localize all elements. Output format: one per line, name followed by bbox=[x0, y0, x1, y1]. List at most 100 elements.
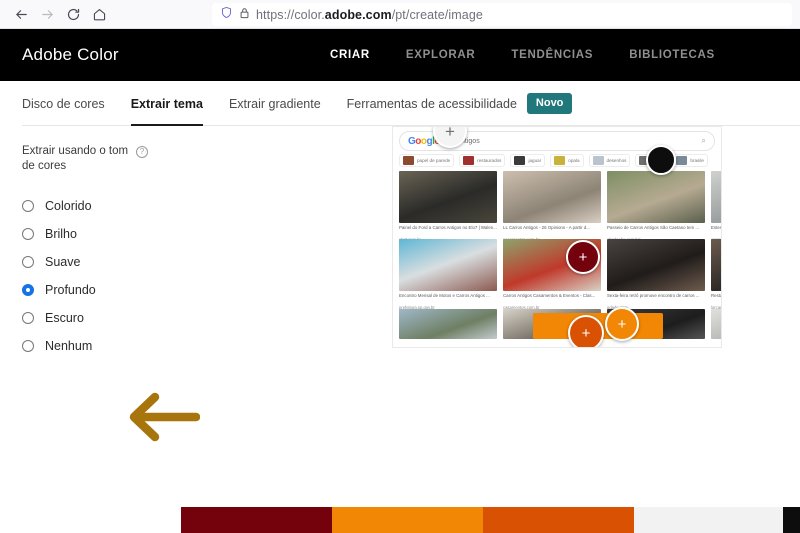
swatch-3[interactable] bbox=[634, 507, 783, 533]
result-thumbnail[interactable] bbox=[711, 239, 721, 291]
result-caption: Painel do Ford a Carros Antigos no Elo7 … bbox=[399, 225, 497, 230]
back-button[interactable] bbox=[8, 2, 34, 26]
image-result-card[interactable] bbox=[399, 309, 497, 339]
image-result-card[interactable]: Estes são os 10 car...carrosdeoutrora.co… bbox=[711, 171, 722, 242]
chip-thumbnail bbox=[463, 156, 475, 165]
radio-label-suave: Suave bbox=[45, 255, 81, 269]
tab-extrair-gradiente[interactable]: Extrair gradiente bbox=[229, 81, 321, 126]
lock-icon bbox=[239, 6, 250, 24]
forward-button[interactable] bbox=[34, 2, 60, 26]
tab-ferramentas-de-acessibilidade[interactable]: Ferramentas de acessibilidade bbox=[347, 81, 517, 126]
result-thumbnail[interactable] bbox=[503, 171, 601, 223]
result-caption: Restauração d... bbox=[711, 293, 722, 298]
chip-label: desenhos bbox=[606, 158, 627, 163]
radio-dot-escuro bbox=[22, 312, 34, 324]
swatch-4[interactable] bbox=[783, 507, 800, 533]
url-text: https://color.adobe.com/pt/create/image bbox=[256, 7, 483, 22]
url-bar[interactable]: https://color.adobe.com/pt/create/image bbox=[212, 3, 792, 26]
radio-option-profundo[interactable]: Profundo bbox=[22, 276, 182, 304]
nav-item-criar[interactable]: CRIAR bbox=[330, 49, 370, 61]
chip-thumbnail bbox=[592, 156, 604, 165]
filter-chip-0[interactable]: papel de parede bbox=[399, 154, 455, 167]
tab-extrair-tema[interactable]: Extrair tema bbox=[130, 81, 204, 126]
filter-chip-6[interactable]: brasile bbox=[672, 154, 708, 167]
help-circle-icon[interactable]: ? bbox=[136, 146, 148, 158]
picker-orange[interactable]: + bbox=[605, 307, 639, 341]
nav-item-explorar[interactable]: EXPLORAR bbox=[406, 49, 476, 61]
picker-orange-dark[interactable]: + bbox=[568, 315, 604, 347]
reload-button[interactable] bbox=[60, 2, 86, 26]
chip-thumbnail bbox=[554, 156, 566, 165]
search-icon: ⌕ bbox=[701, 136, 706, 145]
home-button[interactable] bbox=[86, 2, 112, 26]
main-content: Extrair usando o tom de cores ? Colorido… bbox=[0, 126, 800, 533]
radio-dot-colorido bbox=[22, 200, 34, 212]
brand-logo[interactable]: Adobe Color bbox=[22, 45, 119, 65]
radio-label-nenhum: Nenhum bbox=[45, 339, 93, 353]
image-result-card[interactable]: Painel do Ford a Carros Antigos no Elo7 … bbox=[399, 171, 497, 242]
result-thumbnail[interactable] bbox=[399, 239, 497, 291]
chip-label: papel de parede bbox=[417, 158, 451, 163]
image-results-row-2: Encontro Mensal de Motos e Carros Antigo… bbox=[399, 239, 721, 310]
image-result-card[interactable]: LL Carros Antigos - 26 Opinions - A part… bbox=[503, 171, 601, 242]
radio-dot-suave bbox=[22, 256, 34, 268]
chip-label: brasile bbox=[690, 158, 704, 163]
filter-chip-1[interactable]: restaurados bbox=[459, 154, 506, 167]
palette-swatches bbox=[181, 507, 800, 533]
chip-thumbnail bbox=[676, 156, 688, 165]
nav-item-bibliotecas[interactable]: BIBLIOTECAS bbox=[629, 49, 715, 61]
image-result-card[interactable]: Encontro Mensal de Motos e Carros Antigo… bbox=[399, 239, 497, 310]
chip-label: opala bbox=[568, 158, 580, 163]
radio-dot-profundo bbox=[22, 284, 34, 296]
result-thumbnail[interactable] bbox=[399, 171, 497, 223]
image-result-card[interactable]: Sexta-feira retrô promove encontro de ca… bbox=[607, 239, 705, 310]
filter-chip-2[interactable]: jaguar bbox=[510, 154, 546, 167]
image-result-card[interactable] bbox=[711, 309, 721, 339]
options-title: Extrair usando o tom de cores bbox=[22, 145, 129, 172]
radio-option-brilho[interactable]: Brilho bbox=[22, 220, 182, 248]
chip-label: jaguar bbox=[528, 158, 542, 163]
image-result-card[interactable]: Restauração d...lorcarrosclub.br bbox=[711, 239, 722, 310]
main-nav: CRIAR EXPLORAR TENDÊNCIAS BIBLIOTECAS bbox=[330, 49, 715, 61]
nav-item-tendencias[interactable]: TENDÊNCIAS bbox=[511, 49, 593, 61]
result-thumbnail[interactable] bbox=[711, 171, 721, 223]
swatch-1[interactable] bbox=[332, 507, 483, 533]
radio-option-suave[interactable]: Suave bbox=[22, 248, 182, 276]
radio-label-profundo: Profundo bbox=[45, 283, 96, 297]
chip-label: restaurados bbox=[477, 158, 502, 163]
result-caption: Estes são os 10 car... bbox=[711, 225, 722, 230]
image-results-row-1: Painel do Ford a Carros Antigos no Elo7 … bbox=[399, 171, 721, 242]
source-image-preview[interactable]: Google ...a antigos ⌕ papel de parederes… bbox=[392, 126, 722, 348]
result-caption: Carros Antigos Casamentos & Eventos - Cl… bbox=[503, 293, 596, 298]
radio-dot-nenhum bbox=[22, 340, 34, 352]
swatch-2[interactable] bbox=[483, 507, 634, 533]
options-title-row: Extrair usando o tom de cores ? bbox=[22, 144, 182, 174]
radio-option-colorido[interactable]: Colorido bbox=[22, 192, 182, 220]
radio-option-escuro[interactable]: Escuro bbox=[22, 304, 182, 332]
site-header: Adobe Color CRIAR EXPLORAR TENDÊNCIAS BI… bbox=[0, 29, 800, 81]
shield-icon bbox=[220, 6, 233, 24]
swatch-0[interactable] bbox=[181, 507, 332, 533]
radio-label-brilho: Brilho bbox=[45, 227, 77, 241]
tab-strip: Disco de cores Extrair tema Extrair grad… bbox=[0, 81, 800, 126]
result-thumbnail[interactable] bbox=[711, 309, 721, 339]
filter-chip-3[interactable]: opala bbox=[550, 154, 584, 167]
arrow-left-annotation-icon bbox=[129, 392, 200, 442]
badge-novo: Novo bbox=[526, 93, 573, 114]
result-thumbnail[interactable] bbox=[399, 309, 497, 339]
result-caption: Passeio de Carros Antigos São Caetano te… bbox=[607, 225, 700, 230]
radio-label-escuro: Escuro bbox=[45, 311, 84, 325]
radio-dot-brilho bbox=[22, 228, 34, 240]
result-thumbnail[interactable] bbox=[607, 239, 705, 291]
picker-dark-red[interactable]: + bbox=[566, 240, 600, 274]
browser-toolbar: https://color.adobe.com/pt/create/image bbox=[0, 0, 800, 29]
image-result-card[interactable]: Passeio de Carros Antigos São Caetano te… bbox=[607, 171, 705, 242]
tab-disco-de-cores[interactable]: Disco de cores bbox=[22, 81, 105, 126]
radio-option-nenhum[interactable]: Nenhum bbox=[22, 332, 182, 360]
extract-options-panel: Extrair usando o tom de cores ? Colorido… bbox=[22, 144, 182, 360]
result-thumbnail[interactable] bbox=[607, 171, 705, 223]
preview-canvas[interactable]: Google ...a antigos ⌕ papel de parederes… bbox=[392, 126, 722, 348]
filter-chip-4[interactable]: desenhos bbox=[588, 154, 631, 167]
picker-black[interactable] bbox=[646, 145, 676, 175]
result-caption: LL Carros Antigos - 26 Opinions - A part… bbox=[503, 225, 590, 230]
